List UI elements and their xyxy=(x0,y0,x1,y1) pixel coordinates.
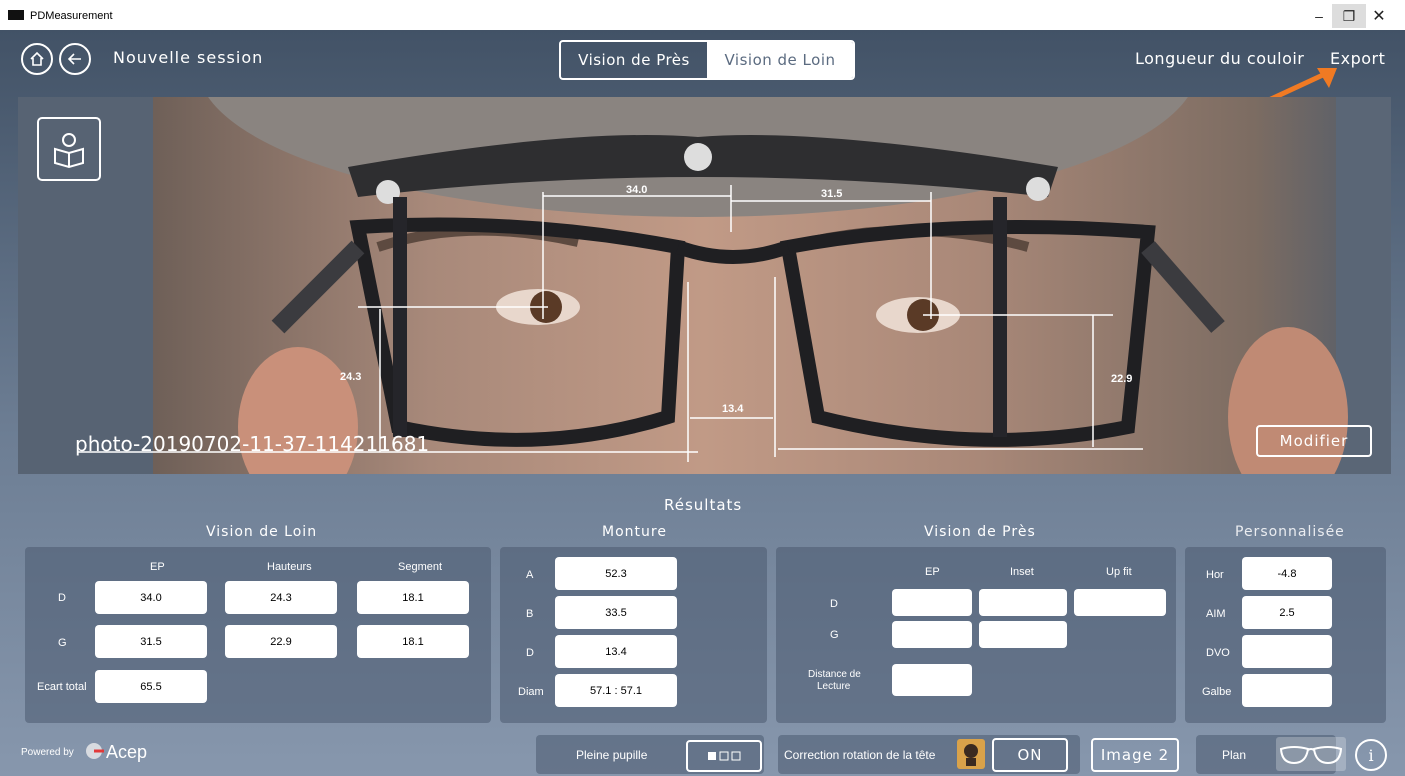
minimize-button[interactable]: – xyxy=(1302,4,1336,28)
ecart-total-label: Ecart total xyxy=(37,681,87,693)
loin-d-segment-field[interactable]: 18.1 xyxy=(357,581,469,614)
row-label-g: G xyxy=(58,637,67,649)
powered-by-label: Powered by xyxy=(21,747,74,758)
pres-row-g: G xyxy=(830,629,839,641)
monture-d-field[interactable]: 13.4 xyxy=(555,635,677,668)
close-button[interactable]: ✕ xyxy=(1362,4,1396,28)
perso-label-dvo: DVO xyxy=(1206,647,1230,659)
acep-logo-icon xyxy=(86,743,104,759)
col-header-segment: Segment xyxy=(398,561,443,573)
perso-galbe-field[interactable] xyxy=(1242,674,1332,707)
info-button[interactable]: i xyxy=(1355,739,1387,771)
image2-button[interactable]: Image 2 xyxy=(1091,738,1179,772)
rotation-on-button[interactable]: ON xyxy=(992,738,1068,772)
pupil-mode-toggle[interactable] xyxy=(686,740,762,772)
perso-dvo-field[interactable] xyxy=(1242,635,1332,668)
perso-label-aim: AIM xyxy=(1206,608,1226,620)
perso-label-galbe: Galbe xyxy=(1202,686,1232,698)
perso-label-hor: Hor xyxy=(1206,569,1224,581)
vision-toggle: Vision de Près Vision de Loin xyxy=(559,40,855,80)
plan-label: Plan xyxy=(1222,748,1247,762)
pres-header-ep: EP xyxy=(925,566,940,578)
back-arrow-icon xyxy=(67,53,81,65)
home-icon xyxy=(30,51,44,66)
monture-b-field[interactable]: 33.5 xyxy=(555,596,677,629)
loin-d-height-field[interactable]: 24.3 xyxy=(225,581,337,614)
pleine-pupille-label: Pleine pupille xyxy=(576,748,648,762)
measure-right-ep: 31.5 xyxy=(821,188,842,200)
col-header-hauteurs: Hauteurs xyxy=(267,561,312,573)
new-session-link[interactable]: Nouvelle session xyxy=(113,48,263,67)
app-header: Nouvelle session Vision de Près Vision d… xyxy=(0,30,1405,90)
title-bar: PDMeasurement – ❐ ✕ xyxy=(0,0,1405,30)
face-illustration: 34.0 31.5 24.3 22.9 13.4 xyxy=(18,97,1391,474)
vision-loin-title: Vision de Loin xyxy=(206,524,318,540)
perso-hor-field[interactable]: -4.8 xyxy=(1242,557,1332,590)
pres-d-upfit-field[interactable] xyxy=(1074,589,1166,616)
info-icon: i xyxy=(1368,745,1374,765)
pupil-squares-icon xyxy=(708,751,741,761)
results-title: Résultats xyxy=(664,496,743,514)
monture-title: Monture xyxy=(602,524,667,540)
acep-brand: Acep xyxy=(106,742,148,762)
monture-a-field[interactable]: 52.3 xyxy=(555,557,677,590)
measure-bridge: 13.4 xyxy=(722,403,744,415)
measure-right-height: 22.9 xyxy=(1111,373,1132,385)
loin-g-ep-field[interactable]: 31.5 xyxy=(95,625,207,658)
perso-title: Personnalisée xyxy=(1235,524,1345,540)
loin-g-segment-field[interactable]: 18.1 xyxy=(357,625,469,658)
reading-mode-button[interactable] xyxy=(37,117,101,181)
photo-filename: photo-20190702-11-37-114211681 xyxy=(75,432,430,456)
reading-person-icon xyxy=(54,133,84,169)
restore-button[interactable]: ❐ xyxy=(1332,4,1366,28)
pres-d-ep-field[interactable] xyxy=(892,589,972,616)
loin-d-ep-field[interactable]: 34.0 xyxy=(95,581,207,614)
window-title: PDMeasurement xyxy=(30,10,113,22)
pres-row-d: D xyxy=(830,598,838,610)
modify-button[interactable]: Modifier xyxy=(1256,425,1372,457)
row-label-d: D xyxy=(58,592,66,604)
monture-label-b: B xyxy=(526,608,534,620)
loin-g-height-field[interactable]: 22.9 xyxy=(225,625,337,658)
back-button[interactable] xyxy=(59,43,91,75)
pres-header-inset: Inset xyxy=(1010,566,1034,578)
pres-d-inset-field[interactable] xyxy=(979,589,1067,616)
measure-left-height: 24.3 xyxy=(340,371,361,383)
lecture-label: Lecture xyxy=(817,681,851,692)
distance-label: Distance de xyxy=(808,669,861,680)
correction-label: Correction rotation de la tête xyxy=(784,748,936,762)
glasses-icon xyxy=(1279,746,1343,765)
home-button[interactable] xyxy=(21,43,53,75)
app-icon xyxy=(8,10,24,20)
vision-pres-title: Vision de Près xyxy=(924,524,1036,540)
monture-label-diam: Diam xyxy=(518,686,544,698)
ecart-total-field[interactable]: 65.5 xyxy=(95,670,207,703)
head-rotation-icon xyxy=(957,739,985,769)
tab-vision-pres[interactable]: Vision de Près xyxy=(561,42,707,78)
pres-header-upfit: Up fit xyxy=(1106,566,1132,578)
col-header-ep: EP xyxy=(150,561,165,573)
face-photo: 34.0 31.5 24.3 22.9 13.4 xyxy=(18,97,1391,474)
perso-aim-field[interactable]: 2.5 xyxy=(1242,596,1332,629)
tab-vision-loin[interactable]: Vision de Loin xyxy=(707,42,853,78)
measure-left-ep: 34.0 xyxy=(626,184,647,196)
monture-label-a: A xyxy=(526,569,534,581)
monture-label-d: D xyxy=(526,647,534,659)
pres-g-ep-field[interactable] xyxy=(892,621,972,648)
monture-diam-field[interactable]: 57.1 : 57.1 xyxy=(555,674,677,707)
glasses-view-button[interactable] xyxy=(1276,737,1346,771)
pres-g-inset-field[interactable] xyxy=(979,621,1067,648)
distance-lecture-field[interactable] xyxy=(892,664,972,696)
